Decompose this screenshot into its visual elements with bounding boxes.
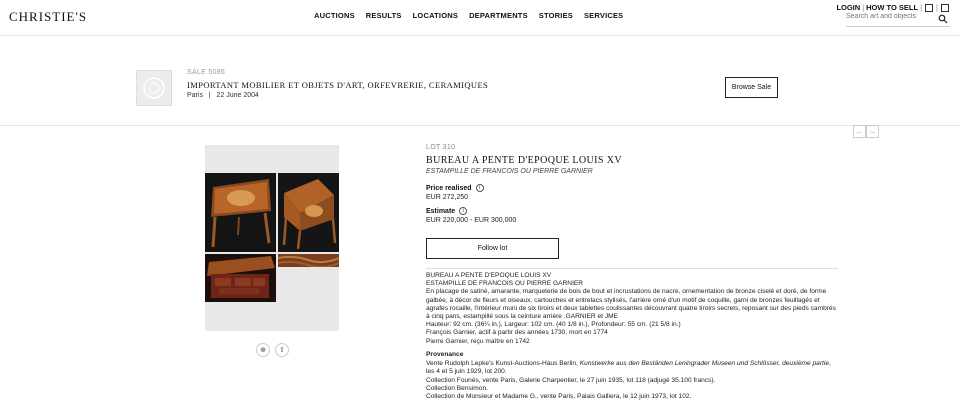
description-line: BUREAU A PENTE D'EPOQUE LOUIS XV xyxy=(426,272,552,279)
description-line: En placage de satiné, amarante, marquete… xyxy=(426,288,836,321)
next-lot-button[interactable]: → xyxy=(866,125,879,138)
login-link[interactable]: LOGIN xyxy=(836,3,860,12)
lot-image-4[interactable] xyxy=(278,254,339,267)
sale-number: SALE 5086 xyxy=(187,69,226,76)
follow-lot-button[interactable]: Follow lot xyxy=(426,238,559,259)
description-line: Hauteur: 92 cm. (36¼ in.), Largeur: 102 … xyxy=(426,321,681,329)
estimate-text: Estimate xyxy=(426,207,456,215)
provenance-italic-text: Kunstwerke aus den Beständen Leningrader… xyxy=(579,360,830,368)
zoom-icon[interactable]: ⊕ xyxy=(256,343,270,357)
description-line: ESTAMPILLE DE FRANCOIS OU PIERRE GARNIER xyxy=(426,280,584,288)
separator: | xyxy=(862,3,865,12)
header-divider xyxy=(0,35,960,36)
estimate-value: EUR 220,000 - EUR 300,000 xyxy=(426,217,517,224)
price-realised-text: Price realised xyxy=(426,184,472,192)
how-to-sell-link[interactable]: HOW TO SELL xyxy=(866,3,918,12)
search-input[interactable] xyxy=(846,13,936,20)
description-line: François Garnier, actif à partir des ann… xyxy=(426,329,608,337)
top-links: LOGIN | HOW TO SELL | | xyxy=(836,3,950,12)
nav-locations[interactable]: LOCATIONS xyxy=(413,11,458,20)
sale-date: 22 June 2004 xyxy=(216,92,259,99)
provenance-heading: Provenance xyxy=(426,351,464,358)
provenance-line: Collection Founès, vente Paris, Galerie … xyxy=(426,376,716,384)
search-icon[interactable] xyxy=(938,14,948,24)
price-realised-value: EUR 272,250 xyxy=(426,194,469,201)
lot-image-1[interactable] xyxy=(205,173,276,252)
info-icon[interactable]: i xyxy=(459,207,468,215)
estimate-label: Estimate i xyxy=(426,207,468,215)
previous-lot-button[interactable]: ← xyxy=(853,125,866,138)
separator: | xyxy=(208,92,211,99)
lot-subtitle: ESTAMPILLE DE FRANCOIS OU PIERRE GARNIER xyxy=(426,168,593,175)
lot-image-gallery xyxy=(205,145,339,331)
sale-location-date: Paris | 22 June 2004 xyxy=(187,92,259,99)
language-icon[interactable] xyxy=(925,3,934,12)
nav-departments[interactable]: DEPARTMENTS xyxy=(469,11,528,20)
christies-logo[interactable]: CHRISTIE'S xyxy=(9,9,87,25)
language-icon[interactable] xyxy=(941,3,949,12)
provenance-line: Collection Bensimon. xyxy=(426,384,488,392)
sale-placeholder-icon xyxy=(143,77,165,99)
sale-title[interactable]: IMPORTANT MOBILIER ET OBJETS D'ART, ORFE… xyxy=(187,80,488,90)
search-box xyxy=(846,13,950,27)
lot-image-3[interactable] xyxy=(205,254,276,302)
provenance-line: Collection de Monsieur et Madame G., ven… xyxy=(426,393,692,401)
lot-title: BUREAU A PENTE D'EPOQUE LOUIS XV xyxy=(426,155,622,166)
separator: | xyxy=(936,3,938,12)
sale-thumbnail[interactable] xyxy=(136,70,172,106)
nav-results[interactable]: RESULTS xyxy=(366,11,402,20)
price-realised-label: Price realised i xyxy=(426,184,484,192)
sale-location: Paris xyxy=(187,92,203,99)
lot-description: BUREAU A PENTE D'EPOQUE LOUIS XV ESTAMPI… xyxy=(426,272,838,346)
main-nav: AUCTIONS RESULTS LOCATIONS DEPARTMENTS S… xyxy=(314,11,634,20)
nav-stories[interactable]: STORIES xyxy=(539,11,573,20)
share-icon[interactable]: ⇧ xyxy=(275,343,289,357)
nav-services[interactable]: SERVICES xyxy=(584,11,623,20)
sale-divider xyxy=(0,125,960,126)
details-divider xyxy=(426,268,838,269)
provenance-section: Provenance Vente Rudolph Lepke's Kunst-A… xyxy=(426,351,838,401)
info-icon[interactable]: i xyxy=(475,184,484,192)
provenance-line: Vente Rudolph Lepke's Kunst-Auctions-Hau… xyxy=(426,360,838,376)
nav-auctions[interactable]: AUCTIONS xyxy=(314,11,355,20)
lot-number: LOT 310 xyxy=(426,144,456,151)
description-line: Pierre Garnier, reçu maître en 1742 xyxy=(426,337,530,345)
browse-sale-button[interactable]: Browse Sale xyxy=(725,77,778,98)
provenance-text: Vente Rudolph Lepke's Kunst-Auctions-Hau… xyxy=(426,360,580,368)
lot-image-2[interactable] xyxy=(278,173,339,252)
separator: | xyxy=(920,3,923,12)
